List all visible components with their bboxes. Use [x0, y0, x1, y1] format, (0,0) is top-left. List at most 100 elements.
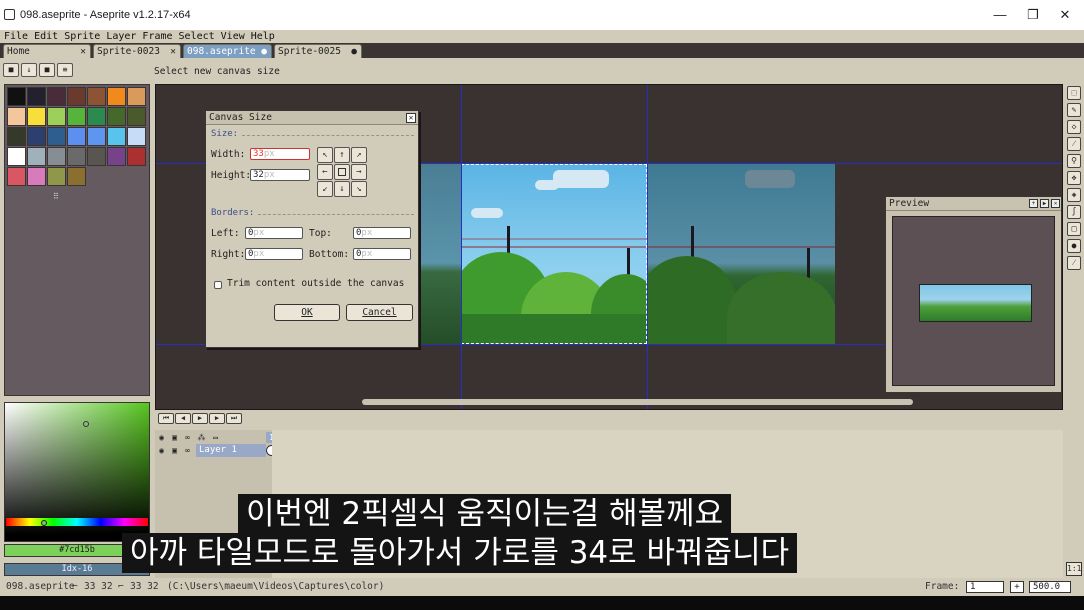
palette-swatch[interactable]: [7, 167, 26, 186]
hue-slider-handle[interactable]: [41, 520, 47, 526]
palette-swatch[interactable]: [87, 127, 106, 146]
tab-sprite-0025[interactable]: Sprite-0025 ●: [274, 44, 362, 58]
palette-swatch[interactable]: [127, 147, 146, 166]
zoom-tool-icon[interactable]: ⚲: [1067, 154, 1081, 168]
height-field[interactable]: 32px: [250, 169, 310, 181]
palette-swatch[interactable]: [27, 127, 46, 146]
palette-swatch[interactable]: [7, 147, 26, 166]
palette-swatch[interactable]: [47, 147, 66, 166]
blur-tool-icon[interactable]: ⁄: [1067, 256, 1081, 270]
horizontal-scrollbar[interactable]: [362, 399, 913, 405]
tab-home[interactable]: Home ✕: [3, 44, 91, 58]
menu-file[interactable]: File: [0, 30, 31, 43]
palette-swatch[interactable]: [47, 127, 66, 146]
menu-sprite[interactable]: Sprite: [61, 30, 103, 43]
top-field[interactable]: 0px: [353, 227, 411, 239]
menu-frame[interactable]: Frame: [139, 30, 175, 43]
anchor-bottom-button[interactable]: ↓: [334, 181, 350, 197]
move-tool-icon[interactable]: ✥: [1067, 171, 1081, 185]
anchor-top-button[interactable]: ↑: [334, 147, 350, 163]
frame-field[interactable]: 1: [966, 581, 1004, 593]
eye-icon[interactable]: ◉: [156, 445, 167, 456]
add-frame-button[interactable]: +: [1010, 581, 1024, 593]
next-frame-button[interactable]: ▶: [209, 413, 225, 424]
ok-button[interactable]: OK: [274, 304, 340, 321]
last-frame-button[interactable]: ⏭: [226, 413, 242, 424]
menu-view[interactable]: View: [218, 30, 248, 43]
tab-sprite-0023[interactable]: Sprite-0023 ✕: [93, 44, 181, 58]
sort-icon[interactable]: ↓: [21, 63, 37, 77]
close-window-button[interactable]: ✕: [1050, 6, 1080, 24]
tab-modified-icon[interactable]: ●: [261, 45, 267, 58]
palette-swatch[interactable]: [7, 127, 26, 146]
tab-modified-icon[interactable]: ●: [351, 45, 357, 58]
palette-swatch[interactable]: [127, 127, 146, 146]
palette-swatch[interactable]: [107, 127, 126, 146]
tab-close-icon[interactable]: ✕: [170, 45, 176, 58]
anchor-center-button[interactable]: [334, 164, 350, 180]
anchor-top-left-button[interactable]: ↖: [317, 147, 333, 163]
onion-skin-icon[interactable]: ▭: [210, 432, 221, 443]
width-field[interactable]: 33px: [250, 148, 310, 160]
preview-center-icon[interactable]: +: [1029, 199, 1038, 208]
palette-swatch[interactable]: [67, 127, 86, 146]
menu-select[interactable]: Select: [176, 30, 218, 43]
line-tool-icon[interactable]: ∫: [1067, 205, 1081, 219]
palette-swatch[interactable]: [27, 147, 46, 166]
palette-swatch[interactable]: [87, 87, 106, 106]
cancel-button[interactable]: Cancel: [346, 304, 413, 321]
palette-swatch[interactable]: [27, 107, 46, 126]
anchor-bottom-right-button[interactable]: ↘: [351, 181, 367, 197]
maximize-button[interactable]: ❐: [1018, 6, 1048, 24]
anchor-right-button[interactable]: →: [351, 164, 367, 180]
zoom-field[interactable]: 500.0: [1029, 581, 1071, 593]
previous-frame-button[interactable]: ◀: [175, 413, 191, 424]
pencil-tool-icon[interactable]: ✎: [1067, 103, 1081, 117]
palette-swatch[interactable]: [67, 147, 86, 166]
tab-098-aseprite[interactable]: 098.aseprite ●: [183, 44, 272, 58]
palette-swatch[interactable]: [107, 147, 126, 166]
palette-swatch[interactable]: [107, 87, 126, 106]
play-button[interactable]: ▶: [192, 413, 208, 424]
first-frame-button[interactable]: ⏮: [158, 413, 174, 424]
palette-swatch[interactable]: [87, 147, 106, 166]
tab-close-icon[interactable]: ✕: [80, 45, 86, 58]
layer-name[interactable]: Layer 1: [196, 444, 266, 457]
lock-icon[interactable]: ■: [3, 63, 19, 77]
palette-swatch[interactable]: [47, 107, 66, 126]
contour-tool-icon[interactable]: ●: [1067, 239, 1081, 253]
palette-swatch[interactable]: [47, 167, 66, 186]
fill-tool-icon[interactable]: ◈: [1067, 188, 1081, 202]
right-field[interactable]: 0px: [245, 248, 303, 260]
palette-swatch[interactable]: [27, 167, 46, 186]
rectangle-tool-icon[interactable]: □: [1067, 222, 1081, 236]
link-icon[interactable]: ∞: [182, 445, 193, 456]
palette-swatch[interactable]: [67, 107, 86, 126]
palette-options-icon[interactable]: ■: [39, 63, 55, 77]
palette-swatch[interactable]: [127, 87, 146, 106]
marquee-tool-icon[interactable]: ⬚: [1067, 86, 1081, 100]
menu-edit[interactable]: Edit: [31, 30, 61, 43]
dialog-close-button[interactable]: ✕: [406, 113, 416, 123]
palette-swatch[interactable]: [67, 167, 86, 186]
menu-help[interactable]: Help: [248, 30, 278, 43]
left-field[interactable]: 0px: [245, 227, 303, 239]
anchor-bottom-left-button[interactable]: ↙: [317, 181, 333, 197]
palette-swatch[interactable]: [127, 107, 146, 126]
lock-icon[interactable]: ▣: [169, 445, 180, 456]
preview-close-icon[interactable]: ✕: [1051, 199, 1060, 208]
menu-layer[interactable]: Layer: [103, 30, 139, 43]
preview-play-icon[interactable]: ▶: [1040, 199, 1049, 208]
anchor-left-button[interactable]: ←: [317, 164, 333, 180]
palette-swatch[interactable]: [7, 87, 26, 106]
hue-slider[interactable]: [6, 518, 148, 526]
minimize-button[interactable]: —: [985, 6, 1015, 24]
color-picker-cursor[interactable]: [83, 421, 89, 427]
link-icon[interactable]: ∞: [182, 432, 193, 443]
palette-swatch[interactable]: [7, 107, 26, 126]
zoom-ratio-button[interactable]: 1:1: [1066, 562, 1082, 576]
trim-content-checkbox[interactable]: [214, 281, 222, 289]
menu-icon[interactable]: ≡: [57, 63, 73, 77]
bottom-field[interactable]: 0px: [353, 248, 411, 260]
palette-swatch[interactable]: [27, 87, 46, 106]
